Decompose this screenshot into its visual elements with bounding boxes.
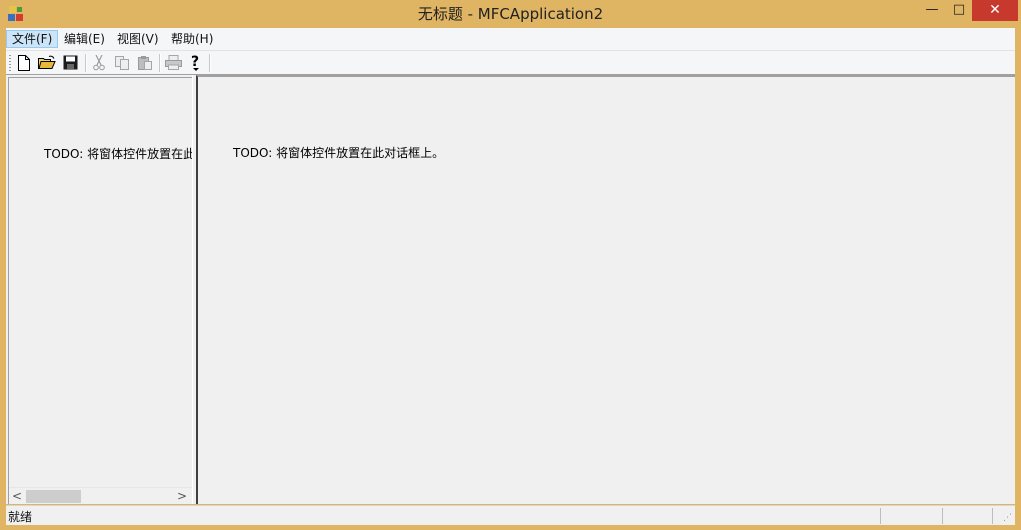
resize-grip-icon[interactable]: ⋰ bbox=[1003, 513, 1013, 523]
print-icon[interactable] bbox=[164, 54, 182, 71]
horizontal-scrollbar[interactable]: < > bbox=[9, 487, 192, 504]
client-area: TODO: 将窗体控件放置在此 < > TODO: 将窗体控件放置在此对话框上。 bbox=[6, 75, 1015, 504]
menu-edit[interactable]: 编辑(E) bbox=[59, 30, 110, 48]
title-bar[interactable]: 无标题 - MFCApplication2 — □ ✕ bbox=[0, 0, 1021, 28]
right-pane-view[interactable]: TODO: 将窗体控件放置在此对话框上。 bbox=[196, 75, 1015, 504]
scroll-right-arrow[interactable]: > bbox=[174, 488, 190, 504]
scroll-left-arrow[interactable]: < bbox=[9, 488, 25, 504]
new-file-icon[interactable] bbox=[15, 54, 33, 71]
save-icon[interactable] bbox=[61, 54, 79, 71]
toolbar: ? bbox=[6, 51, 1015, 75]
menu-view[interactable]: 视图(V) bbox=[112, 30, 164, 48]
application-window: 无标题 - MFCApplication2 — □ ✕ 文件(F) 编辑(E) … bbox=[0, 0, 1021, 530]
menu-help[interactable]: 帮助(H) bbox=[166, 30, 218, 48]
menu-file[interactable]: 文件(F) bbox=[6, 30, 59, 48]
status-pane-caps bbox=[880, 508, 943, 524]
help-icon[interactable]: ? bbox=[187, 54, 205, 71]
paste-icon[interactable] bbox=[136, 54, 154, 71]
toolbar-end-separator bbox=[209, 54, 211, 72]
cut-icon[interactable] bbox=[90, 54, 108, 71]
close-button[interactable]: ✕ bbox=[972, 0, 1018, 21]
status-bar: 就绪 ⋰ bbox=[6, 505, 1015, 525]
status-text: 就绪 bbox=[8, 510, 33, 524]
right-pane-todo-text: TODO: 将窗体控件放置在此对话框上。 bbox=[233, 146, 445, 160]
left-pane-todo-text: TODO: 将窗体控件放置在此 bbox=[44, 147, 192, 161]
toolbar-separator bbox=[159, 54, 161, 72]
menu-bar: 文件(F) 编辑(E) 视图(V) 帮助(H) bbox=[6, 28, 1015, 51]
maximize-button[interactable]: □ bbox=[946, 0, 972, 21]
copy-icon[interactable] bbox=[113, 54, 131, 71]
toolbar-separator bbox=[85, 54, 87, 72]
open-folder-icon[interactable] bbox=[38, 54, 56, 71]
window-title: 无标题 - MFCApplication2 bbox=[417, 5, 604, 23]
minimize-button[interactable]: — bbox=[918, 0, 946, 21]
scrollbar-thumb[interactable] bbox=[26, 490, 81, 503]
toolbar-grip[interactable] bbox=[9, 55, 11, 71]
svg-text:?: ? bbox=[191, 54, 199, 70]
left-pane-view[interactable]: TODO: 将窗体控件放置在此 < > bbox=[8, 77, 192, 504]
status-pane-num bbox=[942, 508, 993, 524]
